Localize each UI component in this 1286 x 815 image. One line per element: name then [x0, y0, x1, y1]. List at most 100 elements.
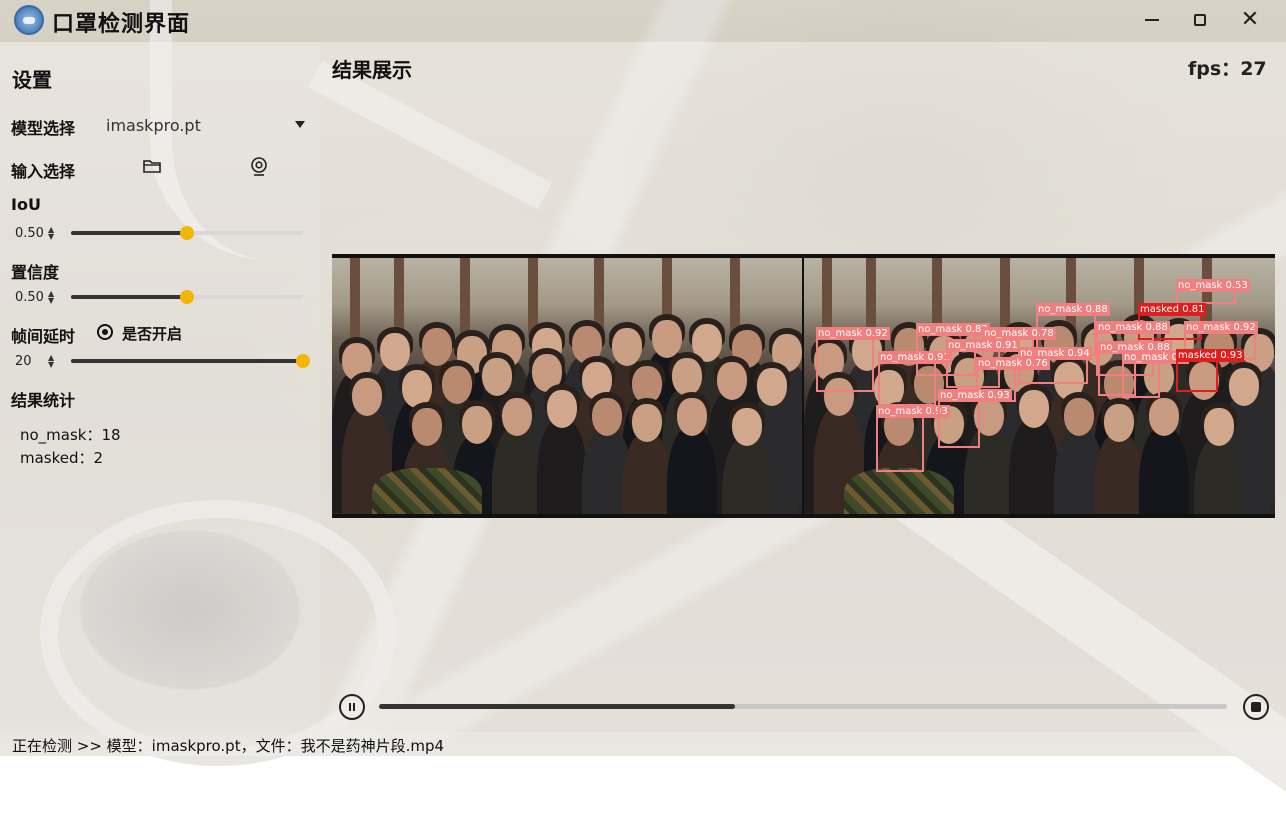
- person-face: [547, 390, 577, 428]
- window-title: 口罩检测界面: [52, 12, 191, 37]
- slider-thumb[interactable]: [180, 226, 194, 240]
- detection-label: masked 0.93: [1176, 349, 1245, 362]
- person-body: [492, 428, 542, 514]
- spin-arrows-icon[interactable]: ▲ ▼: [48, 354, 54, 369]
- person-face: [652, 320, 682, 358]
- spin-arrows-icon[interactable]: ▲ ▼: [48, 226, 54, 241]
- person-face: [632, 404, 662, 442]
- stop-button[interactable]: [1243, 694, 1269, 720]
- person-face: [462, 406, 492, 444]
- front-person-camo-coat: [372, 468, 482, 514]
- iou-slider[interactable]: [71, 226, 303, 240]
- person-face: [592, 398, 622, 436]
- person-face: [612, 328, 642, 366]
- front-person-camo-coat: [844, 468, 954, 514]
- person-body: [667, 428, 717, 514]
- detection-box: no_mask 0.9: [1122, 351, 1190, 398]
- person-face: [1104, 404, 1134, 442]
- slider-fill: [71, 231, 187, 235]
- slider-thumb[interactable]: [296, 354, 310, 368]
- frame-delay-toggle-label[interactable]: 是否开启: [122, 323, 182, 344]
- detection-box: no_mask 0.53: [1176, 279, 1250, 304]
- mask-logo-icon: [14, 5, 44, 35]
- original-frame: [332, 258, 802, 514]
- frame-delay-label: 帧间延时: [11, 327, 76, 346]
- input-select-label: 输入选择: [11, 162, 76, 181]
- fps-label: fps：: [1188, 58, 1241, 80]
- detected-frame: no_mask 0.53 no_mask 0.88 masked 0.81 no_ma…: [804, 258, 1275, 514]
- detection-label: no_mask 0.53: [1176, 279, 1250, 292]
- person-face: [1204, 408, 1234, 446]
- pause-button[interactable]: [339, 694, 365, 720]
- tree-trunk: [460, 258, 470, 338]
- detection-box: no_mask 0.91: [878, 351, 952, 406]
- person-body: [537, 420, 587, 514]
- person-body: [622, 434, 672, 514]
- slider-fill: [71, 295, 187, 299]
- person-face: [732, 408, 762, 446]
- detection-label: no_mask 0.93: [938, 389, 1012, 402]
- person-face: [677, 398, 707, 436]
- detection-box: no_mask 0.92: [816, 327, 890, 392]
- minimize-button[interactable]: [1142, 10, 1162, 30]
- iou-label: IoU: [11, 195, 41, 214]
- status-bar: 正在检测 >> 模型：imaskpro.pt，文件：我不是药神片段.mp4: [0, 732, 1286, 756]
- detection-box: no_mask 0.93: [938, 389, 1012, 448]
- detection-box: no_mask 0.93: [876, 405, 950, 472]
- frame-delay-toggle[interactable]: [97, 324, 113, 340]
- slider-thumb[interactable]: [180, 290, 194, 304]
- detection-label: no_mask 0.91: [878, 351, 952, 364]
- stat-masked: masked：2: [20, 449, 104, 467]
- model-select-label: 模型选择: [11, 119, 76, 138]
- person-face: [1229, 368, 1259, 406]
- person-body: [1139, 428, 1189, 514]
- confidence-spinbox[interactable]: 0.50: [15, 290, 44, 305]
- person-face: [502, 398, 532, 436]
- title-bar[interactable]: 口罩检测界面 ✕: [0, 0, 1286, 42]
- fps-readout: fps：27: [1188, 54, 1267, 81]
- status-text: 正在检测 >> 模型：imaskpro.pt，文件：我不是药神片段.mp4: [12, 737, 445, 755]
- camera-icon[interactable]: [250, 157, 268, 177]
- close-icon: ✕: [1240, 7, 1260, 32]
- confidence-slider[interactable]: [71, 290, 303, 304]
- frame-delay-spinbox[interactable]: 20: [15, 354, 32, 369]
- tree-trunk: [350, 258, 360, 338]
- person-body: [722, 438, 772, 514]
- person-face: [757, 368, 787, 406]
- person-face: [717, 362, 747, 400]
- person-face: [422, 328, 452, 366]
- person-face: [412, 408, 442, 446]
- playback-progress[interactable]: [379, 704, 1227, 709]
- model-select-value[interactable]: imaskpro.pt: [106, 116, 201, 135]
- frame-delay-slider[interactable]: [71, 354, 310, 368]
- maximize-button[interactable]: [1190, 10, 1210, 30]
- detection-label: no_mask 0.88: [1096, 321, 1170, 334]
- person-face: [442, 366, 472, 404]
- detection-label: no_mask 0.88: [1036, 303, 1110, 316]
- person-body: [1094, 434, 1144, 514]
- person-face: [482, 358, 512, 396]
- folder-icon[interactable]: [143, 158, 161, 174]
- detection-label: no_mask 0.91: [946, 339, 1020, 352]
- detection-box: masked 0.93: [1176, 349, 1245, 392]
- person-body: [1194, 438, 1244, 514]
- close-button[interactable]: ✕: [1240, 7, 1260, 32]
- stats-label: 结果统计: [11, 391, 76, 410]
- detection-label: no_mask 0.92: [1184, 321, 1258, 334]
- person-face: [672, 358, 702, 396]
- settings-title: 设置: [12, 68, 52, 92]
- spin-arrows-icon[interactable]: ▲ ▼: [48, 290, 54, 305]
- iou-spinbox[interactable]: 0.50: [15, 226, 44, 241]
- person-face: [352, 378, 382, 416]
- chevron-down-icon[interactable]: [295, 121, 305, 128]
- person-face: [1064, 398, 1094, 436]
- fps-value: 27: [1240, 58, 1267, 80]
- confidence-label: 置信度: [11, 263, 60, 282]
- detection-label: no_mask 0.82: [916, 323, 990, 336]
- person-body: [1009, 420, 1059, 514]
- progress-fill: [379, 704, 736, 709]
- detection-label: masked 0.81: [1138, 303, 1207, 316]
- tree-trunk: [866, 258, 876, 338]
- slider-fill: [71, 359, 303, 363]
- result-title: 结果展示: [332, 58, 412, 82]
